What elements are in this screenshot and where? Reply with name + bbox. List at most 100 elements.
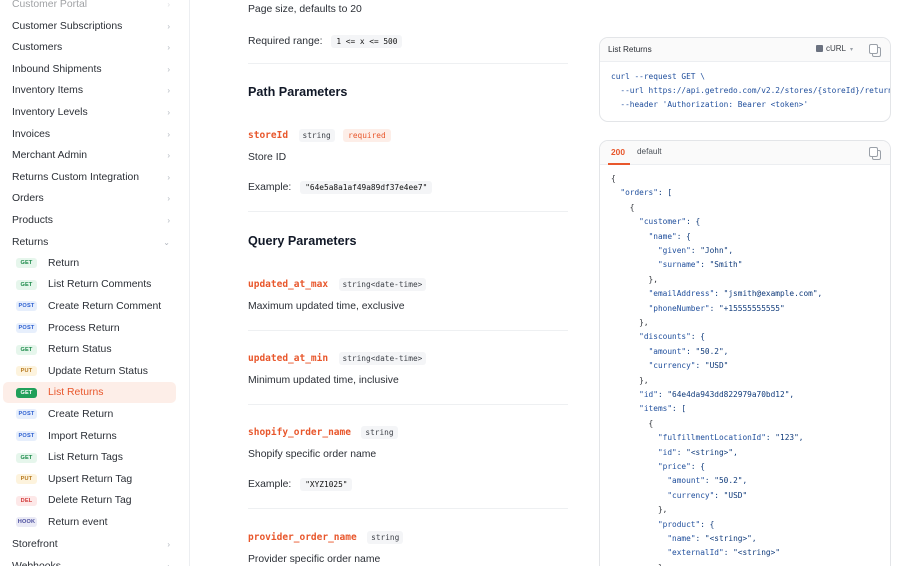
copy-icon[interactable] [869, 44, 881, 57]
chevron-right-icon: › [167, 86, 170, 96]
param-example: Example: "XYZ1025" [248, 478, 353, 491]
sidebar-endpoint-item[interactable]: POST Create Return Comment [3, 296, 176, 317]
sidebar-endpoint-item[interactable]: GET List Return Tags [3, 447, 176, 468]
param-name[interactable]: shopify_order_name [248, 427, 351, 438]
sidebar-item[interactable]: Customers › [0, 37, 180, 58]
sidebar-endpoint-item[interactable]: GET Return [3, 253, 176, 274]
active-tab-indicator [608, 163, 630, 165]
param-name[interactable]: updated_at_min [248, 353, 328, 364]
sidebar-endpoint-item[interactable]: GET List Returns [3, 382, 176, 404]
sidebar-item[interactable]: Customer Portal › [0, 0, 180, 15]
required-range-label: Required range: [248, 36, 323, 47]
response-code-line: "items": [ [639, 404, 687, 414]
endpoint-label: Return Status [48, 344, 112, 356]
param-storeid-header: storeId string required [248, 125, 391, 143]
param-type: string [367, 531, 404, 544]
sidebar-item[interactable]: Invoices › [0, 124, 180, 145]
query-parameters-heading: Query Parameters [248, 234, 357, 248]
param-description: Shopify specific order name [248, 449, 377, 460]
sidebar-nav: Customer Portal › Customer Subscriptions › C… [0, 0, 190, 566]
sidebar-item[interactable]: Inventory Levels › [0, 102, 180, 123]
endpoint-label: Update Return Status [48, 365, 148, 377]
sidebar-item-label: Returns [12, 236, 49, 248]
endpoint-label: Return event [48, 516, 108, 528]
sidebar-endpoint-item[interactable]: DEL Delete Return Tag [3, 490, 176, 511]
sidebar-item-label: Storefront [12, 539, 58, 550]
sidebar-item[interactable]: Products › [0, 210, 180, 231]
response-code-line: { [611, 418, 654, 428]
chevron-right-icon: › [167, 129, 170, 139]
chevron-down-icon: ▾ [849, 47, 853, 53]
param-name[interactable]: updated_at_max [248, 279, 328, 290]
sidebar-item[interactable]: Returns Custom Integration › [0, 167, 180, 188]
copy-icon[interactable] [869, 147, 881, 160]
sidebar-endpoint-item[interactable]: POST Process Return [3, 318, 176, 339]
param-name[interactable]: storeId [248, 130, 288, 141]
sidebar-item-label: Webhooks [12, 561, 61, 566]
status-label: default [637, 147, 662, 156]
response-code-line: "currency": "USD" [648, 361, 729, 371]
chevron-right-icon: › [167, 194, 170, 204]
param-name[interactable]: provider_order_name [248, 532, 357, 543]
param-description: Provider specific order name [248, 554, 381, 565]
response-code-line: "product": { [657, 519, 715, 529]
sidebar-item[interactable]: Merchant Admin › [0, 145, 180, 166]
sidebar-item[interactable]: Inbound Shipments › [0, 59, 180, 80]
sidebar-item[interactable]: Inventory Items › [0, 80, 180, 101]
example-value: "XYZ1025" [300, 478, 353, 491]
sidebar-endpoint-item[interactable]: PUT Update Return Status [3, 361, 176, 382]
endpoint-label: Create Return Comment [48, 300, 162, 312]
sidebar-item[interactable]: Webhooks › [0, 556, 180, 566]
endpoint-label: Delete Return Tag [48, 495, 132, 507]
divider [248, 508, 568, 509]
method-badge: PUT [16, 366, 37, 377]
request-example-card: List Returns cURL ▾ curl --request GET \… [599, 37, 891, 122]
chevron-right-icon: › [167, 0, 170, 9]
method-badge: HOOK [16, 517, 37, 528]
sidebar-item[interactable]: Returns ⌄ [0, 232, 180, 253]
request-code-line: --header 'Authorization: Bearer <token>' [611, 100, 809, 109]
sidebar-item-label: Orders [12, 193, 44, 205]
response-code-line: "amount": "50.2", [648, 346, 729, 356]
sidebar-item[interactable]: Customer Subscriptions › [0, 16, 180, 37]
endpoint-label: Process Return [48, 322, 120, 334]
response-code-line: "given": "John", [657, 246, 734, 255]
sidebar-endpoint-item[interactable]: POST Create Return [3, 404, 176, 425]
required-range: Required range: 1 <= x <= 500 [248, 35, 403, 48]
sidebar-endpoint-item[interactable]: GET List Return Comments [3, 274, 176, 295]
required-range-value: 1 <= x <= 500 [331, 35, 403, 48]
response-code-line: "discounts": { [639, 332, 705, 342]
sidebar-item-label: Inventory Items [12, 85, 84, 97]
response-code-line: "id": "<string>", [657, 447, 738, 457]
divider [248, 63, 568, 64]
sidebar-item[interactable]: Orders › [0, 188, 180, 209]
language-selector[interactable]: cURL ▾ [816, 44, 853, 53]
sidebar-endpoint-item[interactable]: POST Import Returns [3, 426, 176, 447]
sidebar-endpoint-item[interactable]: PUT Upsert Return Tag [3, 469, 176, 490]
endpoint-label: List Returns [48, 387, 104, 399]
response-code-line: "id": "64e4da943dd822979a70bd12", [639, 390, 795, 399]
sidebar-endpoint-item[interactable]: GET Return Status [3, 339, 176, 360]
method-badge: GET [16, 452, 37, 463]
example-label: Example: [248, 182, 292, 193]
status-code-tab[interactable]: 200 [611, 147, 625, 157]
endpoint-label: Return [48, 257, 80, 269]
response-code-line: "surname": "Smith" [657, 260, 743, 270]
chevron-right-icon: › [167, 108, 170, 117]
sidebar-item[interactable]: Storefront › [0, 534, 180, 555]
terminal-icon [816, 45, 823, 52]
method-badge: POST [16, 431, 37, 441]
response-code-line: "emailAddress": "jsmith@example.com", [648, 289, 823, 299]
chevron-right-icon: › [167, 21, 170, 31]
sidebar-item-label: Customer Portal [12, 0, 88, 10]
method-badge: POST [16, 409, 37, 420]
response-code-line: { [611, 202, 635, 212]
method-badge: PUT [16, 474, 37, 485]
param-type: string [361, 426, 398, 439]
response-code-line: { [611, 174, 616, 183]
path-parameters-heading: Path Parameters [248, 85, 348, 99]
chevron-right-icon: › [167, 172, 170, 182]
param-shopify-order-name-header: shopify_order_name string [248, 422, 398, 440]
sidebar-endpoint-item[interactable]: HOOK Return event [3, 512, 176, 533]
chevron-right-icon: › [167, 64, 170, 74]
